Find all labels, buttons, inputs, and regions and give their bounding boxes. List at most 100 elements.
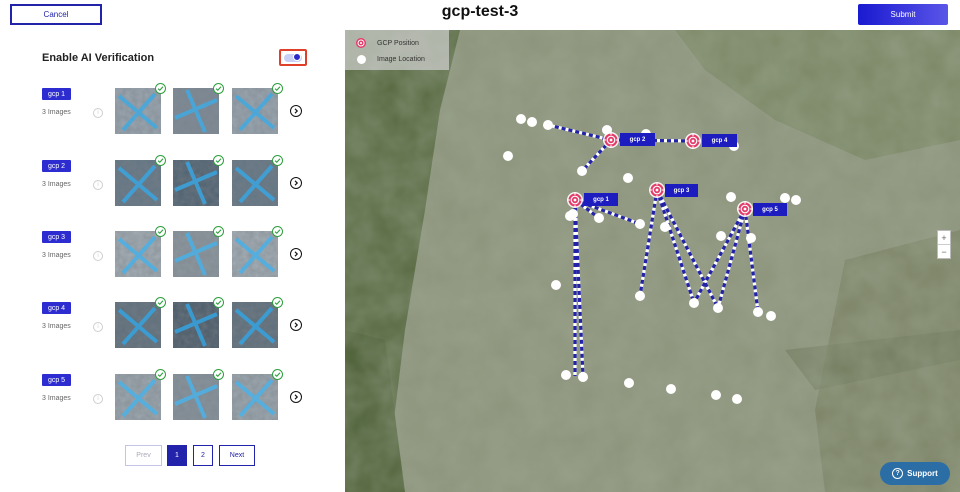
gcp-position-marker[interactable] — [603, 132, 619, 148]
thumbnail-image — [115, 302, 161, 348]
image-location-marker[interactable] — [561, 370, 571, 380]
image-location-marker[interactable] — [766, 311, 776, 321]
thumbnail-image — [115, 88, 161, 134]
image-location-marker[interactable] — [594, 213, 604, 223]
image-location-marker[interactable] — [503, 151, 513, 161]
image-location-marker[interactable] — [791, 195, 801, 205]
image-location-marker[interactable] — [713, 303, 723, 313]
image-location-marker[interactable] — [623, 173, 633, 183]
image-location-marker[interactable] — [578, 372, 588, 382]
info-icon[interactable]: i — [93, 322, 103, 332]
check-circle-icon — [155, 83, 166, 94]
gcp-image-thumbnail[interactable] — [115, 83, 166, 134]
legend-gcp-position-label: GCP Position — [377, 39, 419, 47]
gcp-image-thumbnail[interactable] — [173, 155, 224, 206]
chevron-right-circle-icon[interactable] — [290, 105, 302, 117]
info-icon[interactable]: i — [93, 251, 103, 261]
image-location-marker[interactable] — [641, 129, 651, 139]
gcp-row: gcp 3 3 Images i — [0, 226, 345, 287]
image-location-marker[interactable] — [551, 280, 561, 290]
zoom-out-button[interactable]: − — [938, 245, 950, 259]
gcp-image-thumbnail[interactable] — [232, 297, 283, 348]
chevron-right-circle-icon[interactable] — [290, 248, 302, 260]
image-location-marker[interactable] — [732, 394, 742, 404]
thumbnail-image — [173, 88, 219, 134]
thumbnail-image — [173, 302, 219, 348]
image-location-marker[interactable] — [753, 307, 763, 317]
check-circle-icon — [155, 226, 166, 237]
submit-button[interactable]: Submit — [858, 4, 948, 25]
gcp-image-thumbnail[interactable] — [232, 155, 283, 206]
thumbnail-image — [115, 374, 161, 420]
gcp-image-thumbnail[interactable] — [115, 297, 166, 348]
gcp-image-thumbnail[interactable] — [232, 226, 283, 277]
check-circle-icon — [272, 297, 283, 308]
gcp-badge: gcp 5 — [42, 374, 71, 386]
next-page-button[interactable]: Next — [219, 445, 255, 466]
image-location-marker[interactable] — [726, 192, 736, 202]
gcp-image-count: 3 Images — [42, 252, 71, 259]
gcp-image-thumbnail[interactable] — [173, 297, 224, 348]
gcp-image-thumbnail[interactable] — [115, 226, 166, 277]
image-location-marker[interactable] — [660, 222, 670, 232]
gcp-position-marker[interactable] — [567, 192, 583, 208]
image-location-marker[interactable] — [729, 141, 739, 151]
zoom-in-button[interactable]: + — [938, 231, 950, 245]
support-button[interactable]: ? Support — [880, 462, 950, 485]
image-location-marker[interactable] — [516, 114, 526, 124]
gcp-position-marker[interactable] — [649, 182, 665, 198]
image-location-marker[interactable] — [711, 390, 721, 400]
image-location-marker[interactable] — [568, 209, 578, 219]
ai-verification-label: Enable AI Verification — [42, 52, 155, 64]
gcp-image-thumbnail[interactable] — [173, 226, 224, 277]
map-view[interactable]: GCP Position Image Location gcp 1 gcp 2 gc… — [345, 30, 960, 492]
gcp-badge: gcp 3 — [42, 231, 71, 243]
cancel-button[interactable]: Cancel — [10, 4, 102, 25]
support-label: Support — [907, 469, 938, 478]
gcp-image-thumbnail[interactable] — [232, 83, 283, 134]
thumbnail-image — [232, 374, 278, 420]
gcp-position-marker[interactable] — [685, 133, 701, 149]
gcp-image-thumbnail[interactable] — [173, 83, 224, 134]
gcp-row: gcp 5 3 Images i — [0, 369, 345, 430]
image-location-marker[interactable] — [780, 193, 790, 203]
legend-image-location: Image Location — [355, 53, 425, 65]
info-icon[interactable]: i — [93, 394, 103, 404]
image-location-marker[interactable] — [635, 219, 645, 229]
page-1-button[interactable]: 1 — [167, 445, 187, 466]
chevron-right-circle-icon[interactable] — [290, 319, 302, 331]
image-location-marker[interactable] — [527, 117, 537, 127]
image-location-marker[interactable] — [635, 291, 645, 301]
ai-verification-toggle-highlight — [279, 49, 307, 66]
page-2-button[interactable]: 2 — [193, 445, 213, 466]
check-circle-icon — [272, 83, 283, 94]
info-icon[interactable]: i — [93, 108, 103, 118]
gcp-row: gcp 4 3 Images i — [0, 297, 345, 358]
gcp-position-marker[interactable] — [737, 201, 753, 217]
check-circle-icon — [213, 155, 224, 166]
check-circle-icon — [272, 369, 283, 380]
white-dot-icon — [355, 53, 367, 65]
gcp-image-count: 3 Images — [42, 323, 71, 330]
check-circle-icon — [213, 83, 224, 94]
image-location-marker[interactable] — [624, 378, 634, 388]
gcp-image-thumbnail[interactable] — [173, 369, 224, 420]
info-icon[interactable]: i — [93, 180, 103, 190]
image-location-marker[interactable] — [746, 233, 756, 243]
image-location-marker[interactable] — [716, 231, 726, 241]
chevron-right-circle-icon[interactable] — [290, 391, 302, 403]
prev-page-button[interactable]: Prev — [125, 445, 162, 466]
gcp-list-panel: Enable AI Verification gcp 13 Images i gcp… — [0, 30, 345, 492]
gcp-image-thumbnail[interactable] — [115, 155, 166, 206]
check-circle-icon — [155, 155, 166, 166]
image-location-marker[interactable] — [543, 120, 553, 130]
gcp-image-thumbnail[interactable] — [115, 369, 166, 420]
gcp-image-count: 3 Images — [42, 109, 71, 116]
image-location-marker[interactable] — [689, 298, 699, 308]
ai-verification-toggle[interactable] — [284, 52, 302, 62]
thumbnail-image — [115, 231, 161, 277]
image-location-marker[interactable] — [666, 384, 676, 394]
chevron-right-circle-icon[interactable] — [290, 177, 302, 189]
image-location-marker[interactable] — [577, 166, 587, 176]
gcp-image-thumbnail[interactable] — [232, 369, 283, 420]
